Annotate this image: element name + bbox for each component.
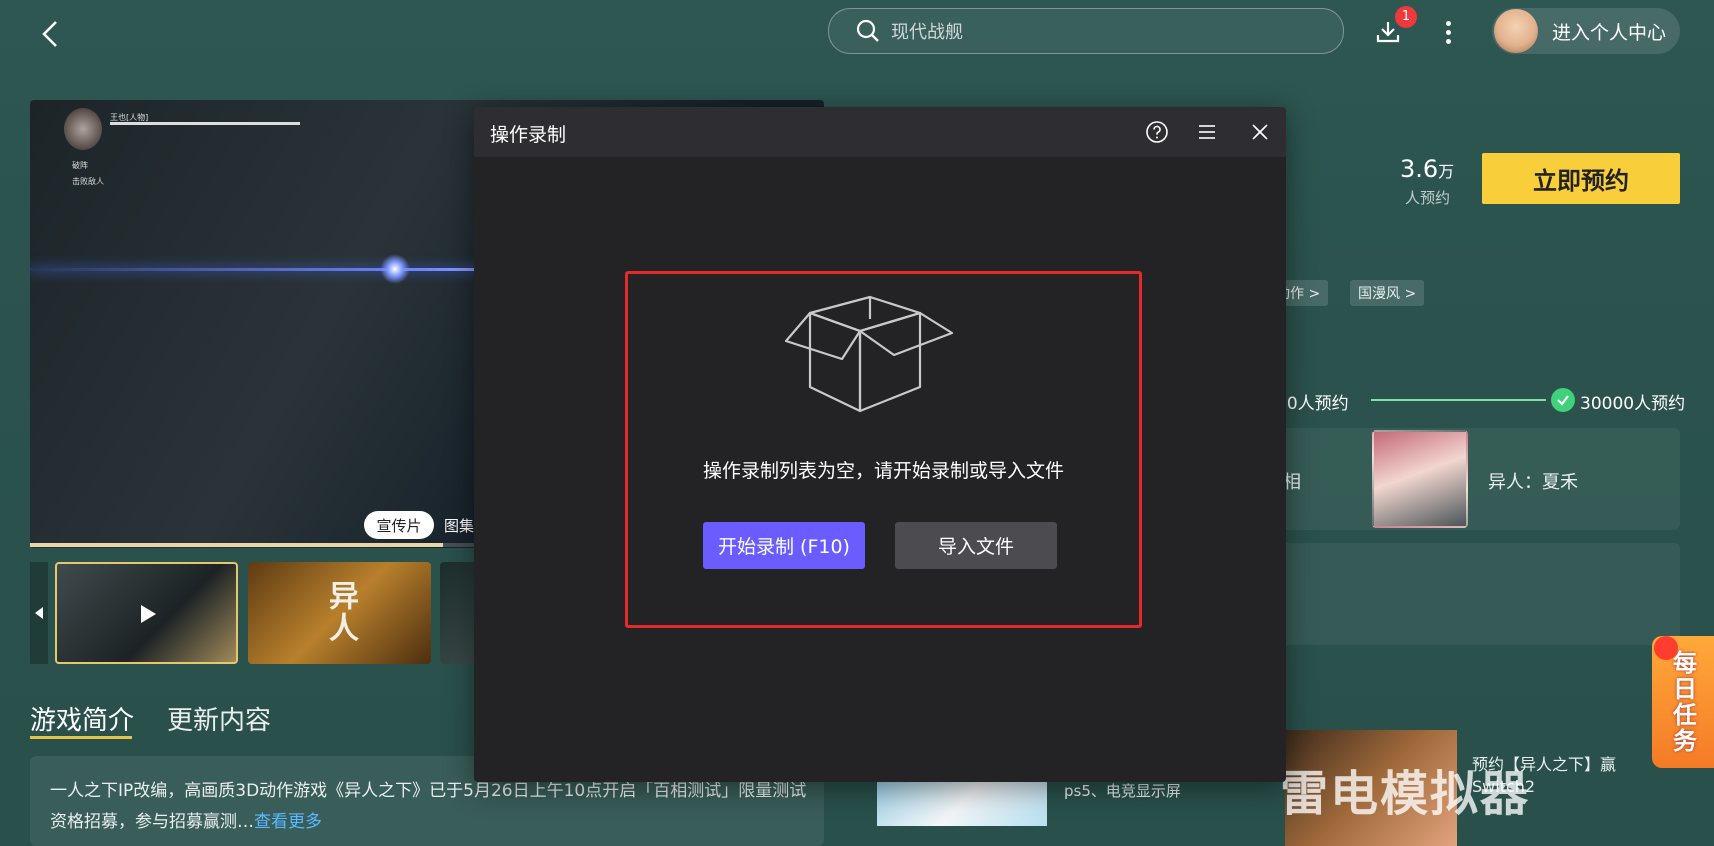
see-more-link[interactable]: 查看更多 xyxy=(254,812,322,832)
user-center-button[interactable]: 进入个人中心 xyxy=(1492,8,1680,54)
character-portrait[interactable] xyxy=(1372,430,1468,528)
milestone-progress-line xyxy=(1371,399,1546,401)
hud-avatar xyxy=(64,108,102,150)
milestone-prev: 00人预约 xyxy=(1276,394,1349,414)
character-name: 异人：夏禾 xyxy=(1488,472,1578,493)
ad-banner-1[interactable] xyxy=(877,778,1047,826)
daily-task-label: 每日任务 xyxy=(1668,650,1697,754)
triangle-left-icon xyxy=(35,607,43,619)
tag-guoman[interactable]: 国漫风 > xyxy=(1350,280,1425,306)
search-bar[interactable]: 现代战舰 xyxy=(828,8,1344,54)
check-icon xyxy=(1551,388,1575,412)
daily-task-dot xyxy=(1654,636,1678,660)
light-flare xyxy=(380,254,410,284)
hud-objective-2: 击败敌人 xyxy=(72,177,104,186)
avatar xyxy=(1494,9,1538,53)
hud-health-bar xyxy=(110,122,300,125)
thumbnail-title: 异人 xyxy=(323,580,358,644)
reserve-count-unit: 万 xyxy=(1438,162,1455,181)
start-recording-button[interactable]: 开始录制 (F10) xyxy=(703,522,865,569)
hud-objective-1: 破阵 xyxy=(72,161,88,170)
user-center-label: 进入个人中心 xyxy=(1552,21,1667,44)
search-input[interactable]: 现代战舰 xyxy=(891,18,963,44)
milestone-next: 30000人预约 xyxy=(1580,394,1686,414)
reserve-count: 3.6万 xyxy=(1400,155,1454,183)
reserve-button[interactable]: 立即预约 xyxy=(1482,153,1680,204)
tab-promo-video[interactable]: 宣传片 xyxy=(364,511,434,539)
intro-description: 一人之下IP改编，高画质3D动作游戏《异人之下》已于5月26日上午10点开启「百… xyxy=(50,781,807,832)
import-file-button[interactable]: 导入文件 xyxy=(895,522,1057,569)
ad-banner-1-text: ps5、电竞显示屏 xyxy=(1064,782,1181,800)
download-badge: 1 xyxy=(1395,6,1417,28)
play-icon xyxy=(141,605,156,623)
close-icon[interactable] xyxy=(1248,120,1272,144)
reserve-count-value: 3.6 xyxy=(1400,155,1439,183)
thumbs-prev-button[interactable] xyxy=(30,562,48,664)
more-menu-button[interactable] xyxy=(1436,14,1460,50)
thumbnail-image-2[interactable]: 异人 xyxy=(248,562,431,664)
chevron-left-icon xyxy=(42,21,57,47)
tab-active-indicator xyxy=(30,736,132,739)
empty-box-icon xyxy=(784,295,954,413)
record-dialog-title: 操作录制 xyxy=(490,124,567,146)
character-card xyxy=(1268,428,1680,530)
thumbnail-video[interactable] xyxy=(55,562,238,664)
menu-icon[interactable] xyxy=(1196,121,1218,143)
back-button[interactable] xyxy=(30,14,70,54)
intro-text: 一人之下IP改编，高画质3D动作游戏《异人之下》已于5月26日上午10点开启「百… xyxy=(50,776,810,838)
help-icon[interactable] xyxy=(1145,120,1169,144)
reserve-count-label: 人预约 xyxy=(1405,189,1451,207)
info-card xyxy=(1268,543,1680,645)
watermark-logo: 雷电模拟器 xyxy=(1280,766,1531,822)
tab-updates[interactable]: 更新内容 xyxy=(167,700,271,737)
search-icon xyxy=(856,19,879,42)
video-progress-fill xyxy=(30,543,443,547)
tab-game-intro[interactable]: 游戏简介 xyxy=(30,700,134,737)
empty-state-message: 操作录制列表为空，请开始录制或导入文件 xyxy=(702,460,1064,482)
